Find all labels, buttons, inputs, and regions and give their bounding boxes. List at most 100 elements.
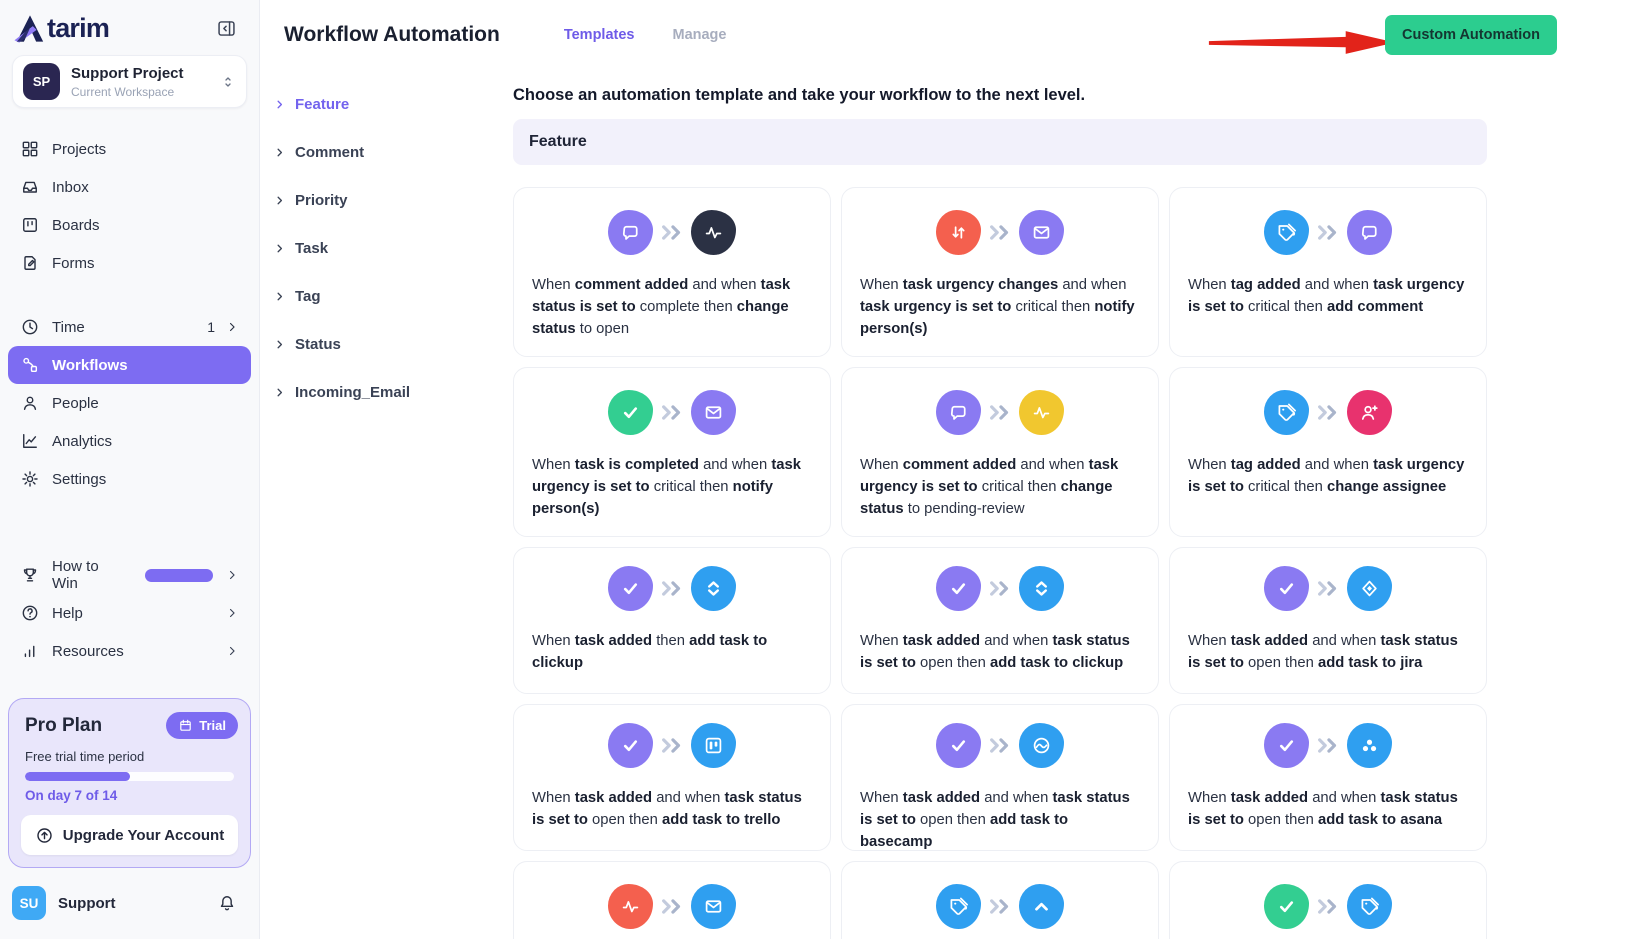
automation-template-card[interactable]: When tag added and when task urgency is …	[1169, 367, 1487, 537]
templates-board: Choose an automation template and take y…	[513, 70, 1487, 939]
help-icon	[20, 603, 40, 623]
sidebar-item-forms[interactable]: Forms	[8, 244, 251, 282]
tab-manage[interactable]: Manage	[672, 27, 726, 43]
automation-template-card[interactable]	[513, 861, 831, 939]
check-badge	[1264, 723, 1309, 768]
template-description: When tag added and when task urgency is …	[1170, 274, 1486, 318]
tag-icon	[947, 895, 970, 918]
sidebar-item-boards[interactable]: Boards	[8, 206, 251, 244]
filter-priority[interactable]: Priority	[273, 192, 513, 209]
template-description: When task added and when task status is …	[1170, 630, 1486, 674]
notifications-bell-button[interactable]	[217, 893, 237, 913]
automation-template-card[interactable]: When task added then add task to clickup	[513, 547, 831, 694]
progress-pill	[145, 569, 213, 582]
automation-template-card[interactable]: When task added and when task status is …	[1169, 547, 1487, 694]
chevron-right-icon	[273, 146, 286, 159]
person-plus-icon	[1358, 401, 1381, 424]
clickup-badge	[691, 566, 736, 611]
pulse-icon	[702, 221, 725, 244]
atarim-logo[interactable]: tarim	[14, 14, 109, 43]
automation-template-card[interactable]: When task added and when task status is …	[841, 704, 1159, 851]
template-description: When comment added and when task status …	[514, 274, 830, 340]
sidebar-item-label: Projects	[52, 141, 106, 158]
automation-template-card[interactable]: When comment added and when task urgency…	[841, 367, 1159, 537]
template-description: When task urgency changes and when task …	[842, 274, 1158, 340]
clock-icon	[20, 317, 40, 337]
double-chevron-icon	[659, 897, 685, 916]
support-user-row[interactable]: SU Support	[0, 872, 259, 936]
check-badge	[1264, 884, 1309, 929]
automation-template-card[interactable]: When task added and when task status is …	[1169, 704, 1487, 851]
inbox-icon	[20, 177, 40, 197]
chevron-right-icon	[225, 644, 239, 658]
automation-template-card[interactable]: When comment added and when task status …	[513, 187, 831, 357]
trial-progress-bar	[25, 772, 234, 781]
check-icon	[1275, 895, 1298, 918]
trial-day-label: On day 7 of 14	[21, 788, 238, 803]
sidebar-item-inbox[interactable]: Inbox	[8, 168, 251, 206]
sidebar-item-label: Inbox	[52, 179, 89, 196]
jira-badge	[1347, 566, 1392, 611]
automation-template-card[interactable]	[1169, 861, 1487, 939]
people-icon	[20, 393, 40, 413]
sidebar-collapse-button[interactable]	[214, 16, 239, 41]
trial-badge[interactable]: Trial	[166, 712, 238, 739]
sidebar-item-analytics[interactable]: Analytics	[8, 422, 251, 460]
check-icon	[619, 577, 642, 600]
header-tabs: Templates Manage	[564, 27, 727, 43]
sidebar-item-settings[interactable]: Settings	[8, 460, 251, 498]
workspace-selector[interactable]: SP Support Project Current Workspace	[12, 55, 247, 108]
template-cards-grid: When comment added and when task status …	[513, 187, 1487, 939]
filter-comment[interactable]: Comment	[273, 144, 513, 161]
gear-icon	[20, 469, 40, 489]
pulse-icon	[619, 895, 642, 918]
filter-feature[interactable]: Feature	[273, 96, 513, 113]
section-banner: Feature	[513, 119, 1487, 165]
comment-icon	[947, 401, 970, 424]
filter-tag[interactable]: Tag	[273, 288, 513, 305]
time-count-badge: 1	[207, 319, 215, 335]
filter-task[interactable]: Task	[273, 240, 513, 257]
resources-icon	[20, 641, 40, 661]
sidebar-item-help[interactable]: Help	[8, 594, 251, 632]
trello-icon	[702, 734, 725, 757]
mail-icon	[702, 895, 725, 918]
sidebar-item-projects[interactable]: Projects	[8, 130, 251, 168]
automation-template-card[interactable]: When task added and when task status is …	[513, 704, 831, 851]
sidebar-item-label: Boards	[52, 217, 100, 234]
sidebar-item-resources[interactable]: Resources	[8, 632, 251, 670]
filter-incoming_email[interactable]: Incoming_Email	[273, 384, 513, 401]
check-icon	[619, 401, 642, 424]
filter-label: Feature	[295, 96, 349, 113]
sidebar-item-workflows[interactable]: Workflows	[8, 346, 251, 384]
analytics-icon	[20, 431, 40, 451]
template-description: When tag added and when task urgency is …	[1170, 454, 1486, 498]
template-description: When task is completed and when task urg…	[514, 454, 830, 520]
check-badge	[936, 723, 981, 768]
sidebar-item-label: Resources	[52, 643, 124, 660]
automation-template-card[interactable]: When task urgency changes and when task …	[841, 187, 1159, 357]
tab-templates[interactable]: Templates	[564, 27, 635, 43]
category-filter-list: Feature Comment Priority Task Tag Status Incom…	[260, 70, 513, 939]
check-icon	[1275, 734, 1298, 757]
automation-template-card[interactable]	[841, 861, 1159, 939]
check-badge	[1264, 566, 1309, 611]
pulse-badge	[691, 210, 736, 255]
filter-status[interactable]: Status	[273, 336, 513, 353]
page-header: Workflow Automation TemplatesManage Cust…	[260, 0, 1629, 70]
upgrade-arrow-icon	[35, 826, 54, 845]
sidebar-item-people[interactable]: People	[8, 384, 251, 422]
sidebar-header: tarim	[0, 0, 259, 51]
check-icon	[947, 577, 970, 600]
automation-template-card[interactable]: When task added and when task status is …	[841, 547, 1159, 694]
upgrade-account-button[interactable]: Upgrade Your Account	[21, 815, 238, 855]
sidebar-item-how-to-win[interactable]: How to Win	[8, 556, 251, 594]
sidebar-item-time[interactable]: Time1	[8, 308, 251, 346]
person-plus-badge	[1347, 390, 1392, 435]
custom-automation-button[interactable]: Custom Automation	[1385, 15, 1557, 55]
double-chevron-icon	[659, 403, 685, 422]
tag-icon	[1275, 401, 1298, 424]
double-chevron-icon	[1315, 897, 1341, 916]
automation-template-card[interactable]: When task is completed and when task urg…	[513, 367, 831, 537]
automation-template-card[interactable]: When tag added and when task urgency is …	[1169, 187, 1487, 357]
